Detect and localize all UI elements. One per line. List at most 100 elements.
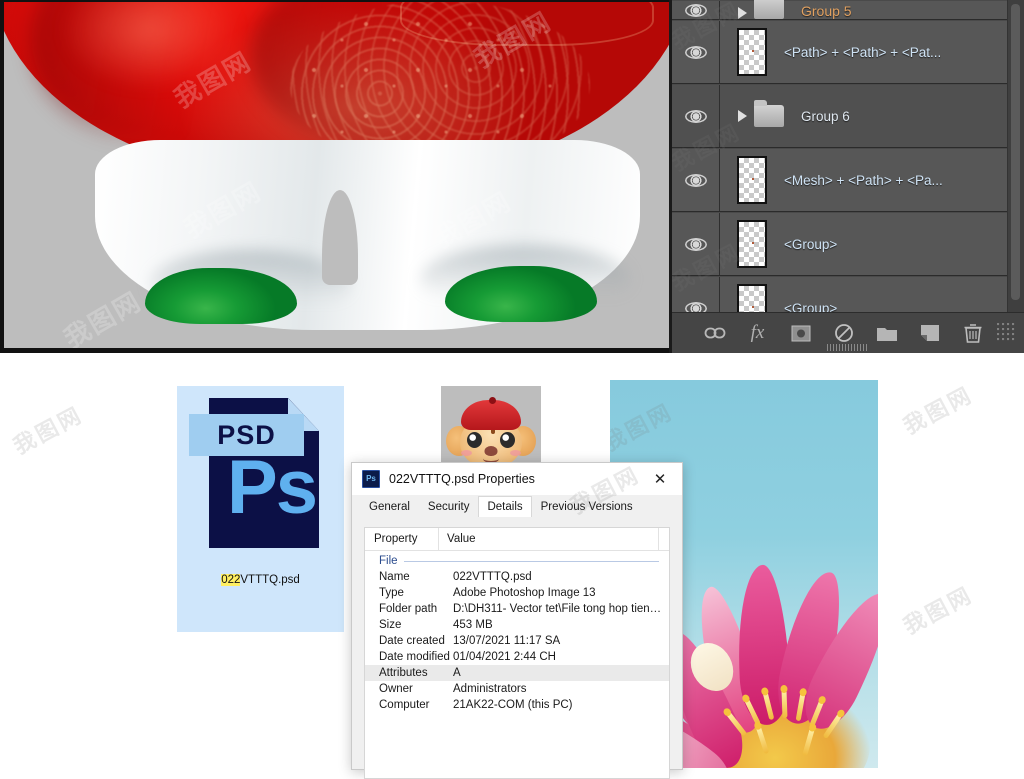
table-row[interactable]: Computer 21AK22-COM (this PC) [365,697,669,713]
panel-drag-grip[interactable] [827,344,869,351]
layer-row[interactable]: Group 6 [672,84,1024,148]
tab-previous-versions[interactable]: Previous Versions [532,496,642,518]
layer-visibility-toggle[interactable] [672,85,720,147]
chevron-right-icon[interactable] [738,110,747,122]
layer-row[interactable]: Group 5 [672,0,1024,20]
layer-row[interactable]: <Group> [672,212,1024,276]
dialog-title-bar[interactable]: 022VTTTQ.psd Properties ✕ [352,463,682,496]
property-key: Folder path [379,603,438,615]
layer-thumbnail[interactable] [737,284,767,313]
file-name-rest: VTTTQ.psd [240,574,300,586]
tab-general[interactable]: General [360,496,419,518]
layer-row[interactable]: <Group> [672,276,1024,313]
fx-icon[interactable]: fx [736,316,779,350]
file-properties-dialog[interactable]: 022VTTTQ.psd Properties ✕ General Securi… [351,462,683,779]
chevron-right-icon[interactable] [738,7,747,19]
column-header-value: Value [439,528,659,550]
eye-icon[interactable] [684,173,707,187]
table-row[interactable]: Type Adobe Photoshop Image 13 [365,585,669,601]
section-label: File [379,555,398,567]
table-row[interactable]: Size 453 MB [365,617,669,633]
file-tile-psd[interactable]: Ps PSD 022VTTTQ.psd [177,386,344,632]
tiger-thumbnail[interactable] [441,386,541,474]
table-row[interactable]: Date modified 01/04/2021 2:44 CH [365,649,669,665]
folder-icon [754,0,784,19]
shoe-left [145,268,297,336]
table-row[interactable]: Date created 13/07/2021 11:17 SA [365,633,669,649]
property-value: 13/07/2021 11:17 SA [453,635,561,647]
table-header: Property Value [365,528,669,551]
dialog-body: Property Value File Name 022VTTTQ.psd Ty… [352,517,682,779]
panel-resize-grip-icon[interactable] [997,323,1017,343]
layers-list[interactable]: Group 5 <Path> + <Path> + <Pat... Group … [672,0,1024,313]
property-key: Date created [379,635,445,647]
layer-visibility-toggle[interactable] [672,149,720,211]
layers-panel[interactable]: Group 5 <Path> + <Path> + <Pat... Group … [672,0,1024,353]
tab-security[interactable]: Security [419,496,479,518]
psd-ribbon: PSD [189,414,304,456]
photoshop-ps-glyph: Ps [227,445,318,530]
dialog-title: 022VTTTQ.psd Properties [389,472,535,486]
property-key: Date modified [379,651,450,663]
properties-table[interactable]: Property Value File Name 022VTTTQ.psd Ty… [364,527,670,779]
table-row[interactable]: Attributes A [365,665,669,681]
property-value: A [453,667,461,679]
table-row[interactable]: Folder path D:\DH311- Vector tet\File to… [365,601,669,617]
layer-thumbnail[interactable] [737,220,767,268]
layer-visibility-toggle[interactable] [672,1,720,19]
tab-details[interactable]: Details [478,496,532,518]
shoe-upper [145,268,297,324]
watermark: 我图网 [899,381,978,439]
property-value: 01/04/2021 2:44 CH [453,651,556,663]
stamen [781,689,788,719]
delete-layer-icon[interactable] [951,316,994,350]
property-key: Size [379,619,402,631]
table-row[interactable]: Owner Administrators [365,681,669,697]
link-icon[interactable] [693,316,736,350]
layer-name: Group 6 [801,108,850,124]
psd-file-icon: Ps PSD [189,398,319,548]
layer-mask-icon[interactable] [779,316,822,350]
new-group-icon[interactable] [865,316,908,350]
property-key: Owner [379,683,413,695]
eye-icon[interactable] [684,237,707,251]
layer-thumbnail[interactable] [737,28,767,76]
watermark: 我图网 [610,398,678,456]
shoe-right [445,266,597,334]
watermark: 我图网 [899,581,978,639]
file-name-label[interactable]: 022VTTTQ.psd [177,574,344,586]
property-key: Type [379,587,404,599]
layer-row[interactable]: <Path> + <Path> + <Pat... [672,20,1024,84]
layer-visibility-toggle[interactable] [672,277,720,313]
psd-ribbon-label: PSD [217,420,276,450]
property-key: Attributes [379,667,428,679]
property-value: Administrators [453,683,527,695]
layer-name: <Mesh> + <Path> + <Pa... [784,172,943,188]
scrollbar-thumb[interactable] [1011,4,1020,300]
watermark: 我图网 [9,401,88,459]
folder-icon [754,100,784,127]
layers-scrollbar[interactable] [1007,0,1024,313]
layer-visibility-toggle[interactable] [672,213,720,275]
layer-visibility-toggle[interactable] [672,21,720,83]
watermark: 我图网 [58,285,147,353]
new-layer-icon[interactable] [908,316,951,350]
property-key: Computer [379,699,430,711]
property-value: Adobe Photoshop Image 13 [453,587,596,599]
property-value: 022VTTTQ.psd [453,571,532,583]
table-row[interactable]: Name 022VTTTQ.psd [365,569,669,585]
eye-icon[interactable] [684,45,707,59]
layer-thumbnail[interactable] [737,156,767,204]
property-value: 453 MB [453,619,493,631]
photoshop-file-icon [362,470,380,488]
property-value: 21AK22-COM (this PC) [453,699,573,711]
eye-icon[interactable] [684,109,707,123]
section-header-file: File [365,551,669,569]
eye-icon[interactable] [684,3,707,17]
close-icon[interactable]: ✕ [638,463,682,495]
file-name-highlight: 022 [221,574,241,586]
photoshop-canvas[interactable]: 我图网 我图网 我图网 我图网 我图网 [0,0,672,353]
dialog-tabs[interactable]: General Security Details Previous Versio… [352,496,682,519]
section-rule [403,560,659,562]
layer-row[interactable]: <Mesh> + <Path> + <Pa... [672,148,1024,212]
